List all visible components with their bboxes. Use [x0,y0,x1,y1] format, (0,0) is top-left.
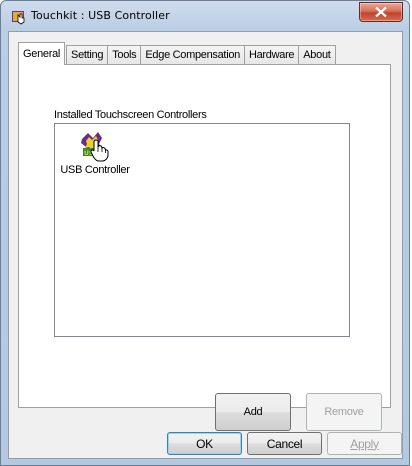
add-button-label: Add [243,406,263,418]
tab-tools[interactable]: Tools [107,45,142,65]
tab-strip: General Setting Tools Edge Compensation … [18,41,336,65]
usb-controller-hand-icon: USB [81,132,109,162]
add-button[interactable]: Add [215,393,291,431]
apply-button-label: Apply [350,436,379,451]
tab-edge-compensation[interactable]: Edge Compensation [140,45,245,65]
ok-button-label: OK [196,436,213,451]
title-bar[interactable]: Touchkit : USB Controller [1,1,409,31]
apply-button[interactable]: Apply [327,432,402,455]
remove-button-label: Remove [324,406,364,418]
dialog-window: Touchkit : USB Controller General Settin… [0,0,410,466]
tab-about[interactable]: About [298,45,336,65]
close-button[interactable] [359,2,403,22]
touchkit-app-icon [12,11,25,25]
controller-label: USB Controller [60,164,130,176]
cancel-button-label: Cancel [266,436,303,451]
controller-list-item[interactable]: USB USB Controller [57,130,133,176]
tab-hardware[interactable]: Hardware [243,45,300,65]
dialog-client-area: General Setting Tools Edge Compensation … [8,31,403,459]
installed-controllers-label: Installed Touchscreen Controllers [54,109,207,121]
close-x-icon [375,7,387,17]
ok-button[interactable]: OK [167,432,242,455]
cancel-button[interactable]: Cancel [247,432,322,455]
controllers-listbox[interactable]: USB USB Controller [54,123,350,337]
tab-general[interactable]: General [18,42,66,65]
general-tab-panel: Installed Touchscreen Controllers USB US… [18,64,391,431]
tab-setting[interactable]: Setting [66,45,109,65]
remove-button[interactable]: Remove [306,393,382,431]
window-title: Touchkit : USB Controller [31,9,170,22]
